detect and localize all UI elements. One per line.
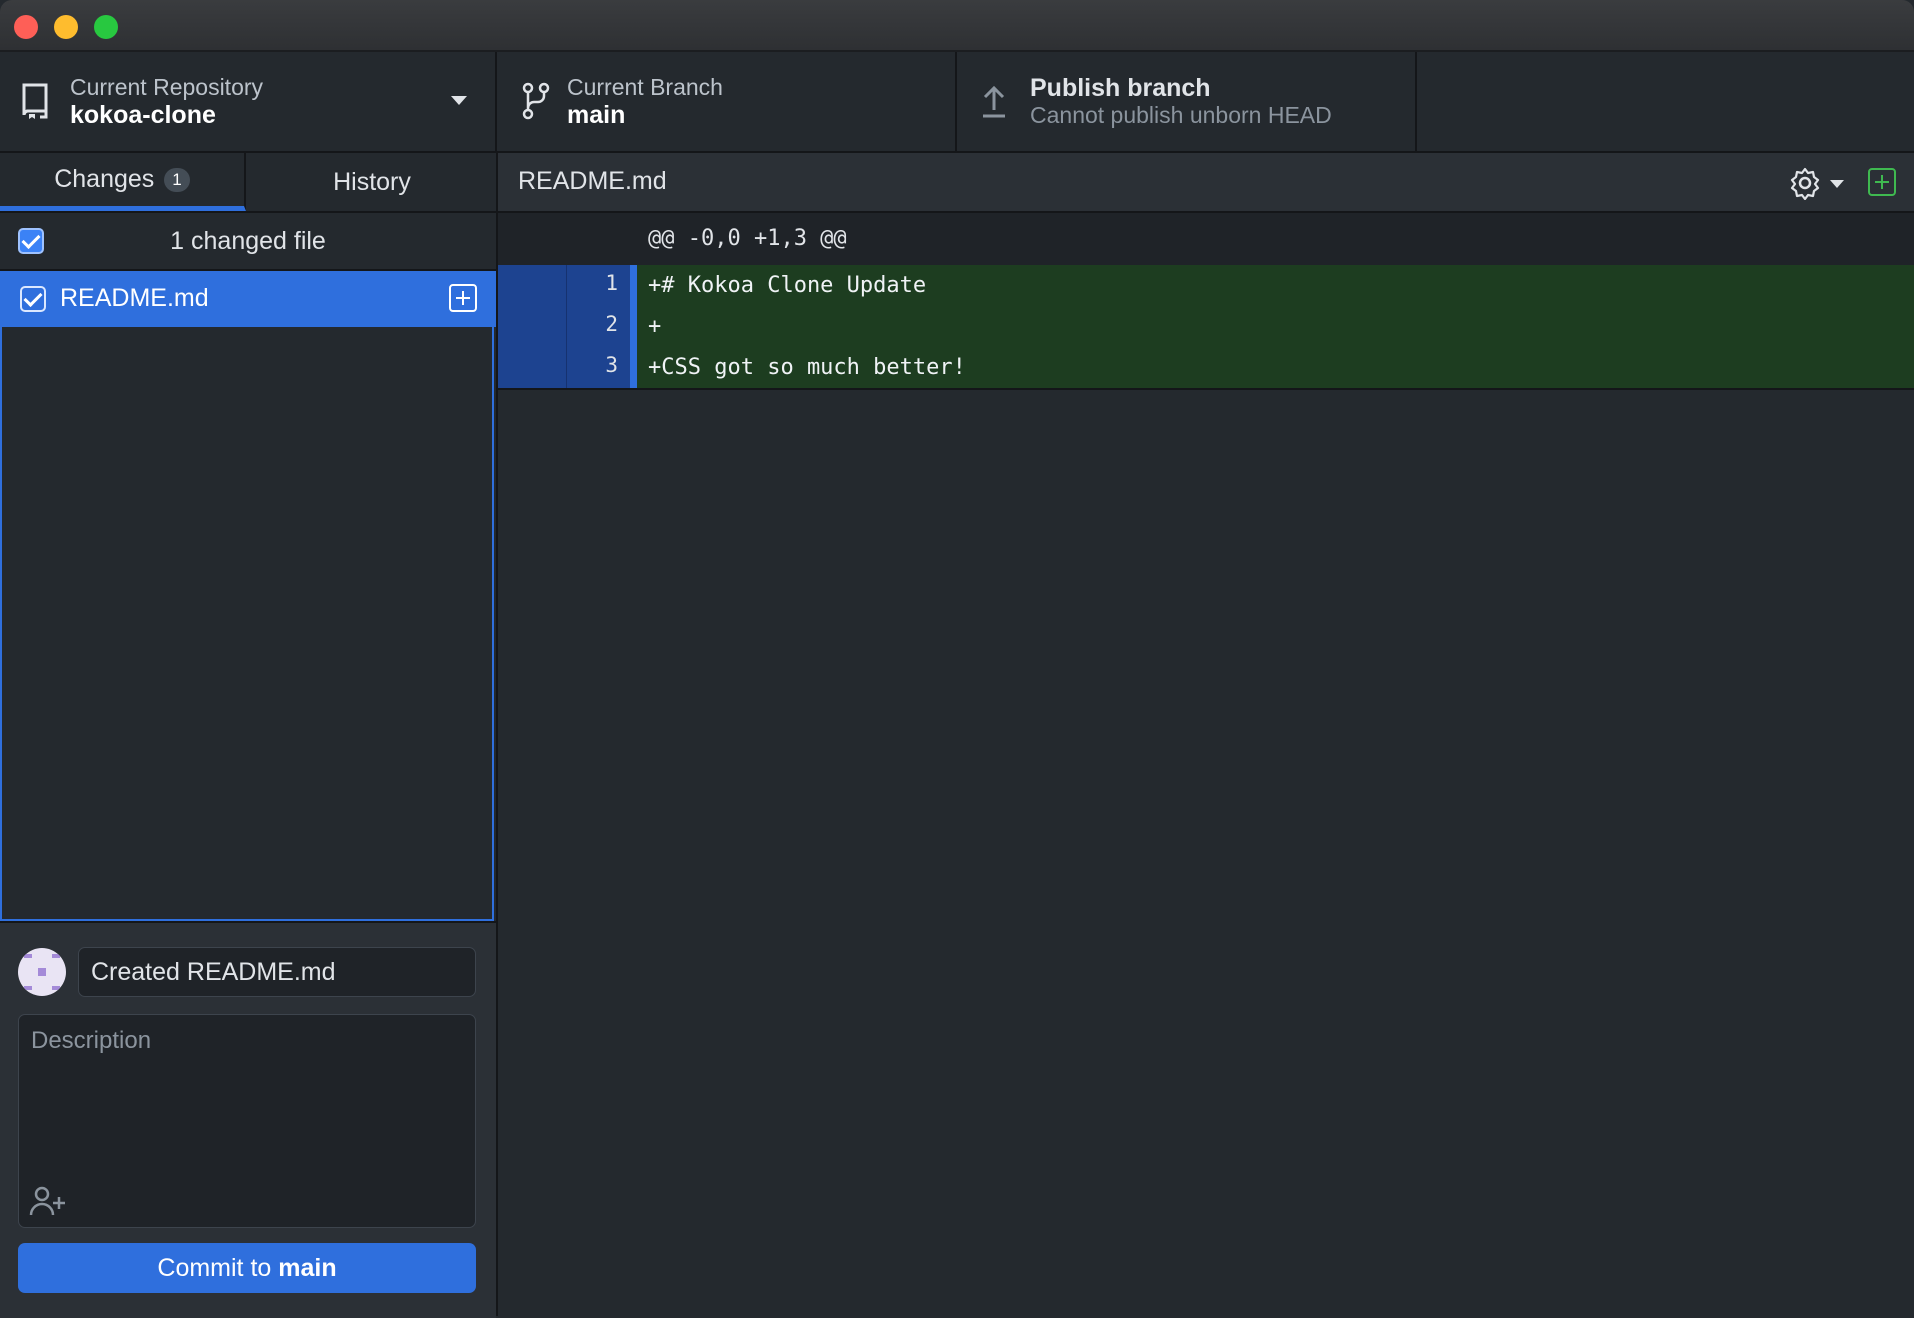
sidebar: Changes 1 History 1 changed file README.… xyxy=(0,153,498,1318)
branch-icon xyxy=(522,82,550,120)
add-coauthor-icon[interactable] xyxy=(29,1185,69,1217)
sidebar-tabs: Changes 1 History xyxy=(0,153,496,213)
tab-history[interactable]: History xyxy=(248,153,496,211)
file-name: README.md xyxy=(60,284,209,312)
window-titlebar xyxy=(0,0,1914,52)
hunk-header: @@ -0,0 +1,3 @@ xyxy=(498,213,1914,265)
avatar xyxy=(18,948,66,996)
line-code: + xyxy=(648,314,662,339)
tab-changes-label: Changes xyxy=(54,165,155,193)
add-file-icon xyxy=(1868,168,1896,196)
new-line-gutter[interactable]: 2 xyxy=(567,306,637,347)
commit-button-label: Commit to xyxy=(157,1254,279,1282)
tab-changes[interactable]: Changes 1 xyxy=(0,153,246,211)
close-window-button[interactable] xyxy=(14,15,38,39)
diff-line[interactable]: 2 + xyxy=(498,306,1914,347)
repo-icon xyxy=(22,83,48,119)
description-placeholder: Description xyxy=(31,1027,152,1054)
changed-files-count: 1 changed file xyxy=(170,227,326,255)
old-line-gutter xyxy=(498,265,567,306)
file-include-checkbox[interactable] xyxy=(20,286,46,312)
diff-line[interactable]: 1 +# Kokoa Clone Update xyxy=(498,265,1914,306)
commit-description-field[interactable]: Description xyxy=(18,1014,476,1228)
old-line-gutter xyxy=(498,347,567,388)
line-number: 3 xyxy=(605,353,618,377)
chevron-down-icon[interactable] xyxy=(1830,180,1844,188)
upload-icon xyxy=(983,85,1005,118)
hunk-header-text: @@ -0,0 +1,3 @@ xyxy=(648,226,847,251)
commit-panel: Created README.md Description Commit to … xyxy=(0,921,496,1318)
commit-button-branch: main xyxy=(278,1254,337,1282)
current-branch-label: Current Branch xyxy=(567,74,723,100)
toolbar: Current Repository kokoa-clone Current B… xyxy=(0,52,1914,153)
changes-summary: 1 changed file xyxy=(0,213,496,271)
new-line-gutter[interactable]: 1 xyxy=(567,265,637,306)
line-number: 1 xyxy=(605,271,618,295)
old-line-gutter xyxy=(498,306,567,347)
list-item[interactable]: README.md xyxy=(2,271,496,327)
changed-files-list: README.md xyxy=(0,271,496,921)
add-file-icon xyxy=(449,284,477,312)
new-line-gutter[interactable]: 3 xyxy=(567,347,637,388)
current-branch-name: main xyxy=(567,101,626,129)
current-repository-name: kokoa-clone xyxy=(70,101,216,129)
commit-button[interactable]: Commit to main xyxy=(18,1243,476,1293)
current-branch-dropdown[interactable]: Current Branch main xyxy=(497,52,957,151)
current-repository-label: Current Repository xyxy=(70,74,264,100)
minimize-window-button[interactable] xyxy=(54,15,78,39)
publish-branch-label: Publish branch xyxy=(1030,74,1211,102)
zoom-window-button[interactable] xyxy=(94,15,118,39)
line-code: +# Kokoa Clone Update xyxy=(648,273,927,298)
publish-branch-button[interactable]: Publish branch Cannot publish unborn HEA… xyxy=(957,52,1417,151)
publish-branch-status: Cannot publish unborn HEAD xyxy=(1030,102,1332,128)
line-number: 2 xyxy=(605,312,618,336)
gear-icon[interactable] xyxy=(1788,166,1822,200)
changes-count-badge: 1 xyxy=(164,167,190,192)
current-repository-dropdown[interactable]: Current Repository kokoa-clone xyxy=(0,52,497,151)
diff-divider xyxy=(498,388,1914,390)
tab-history-label: History xyxy=(333,167,411,196)
line-code: +CSS got so much better! xyxy=(648,355,966,380)
commit-summary-input[interactable]: Created README.md xyxy=(78,947,476,997)
chevron-down-icon xyxy=(451,96,467,105)
diff-header: README.md xyxy=(498,153,1914,213)
diff-file-name: README.md xyxy=(518,167,667,195)
diff-line[interactable]: 3 +CSS got so much better! xyxy=(498,347,1914,388)
